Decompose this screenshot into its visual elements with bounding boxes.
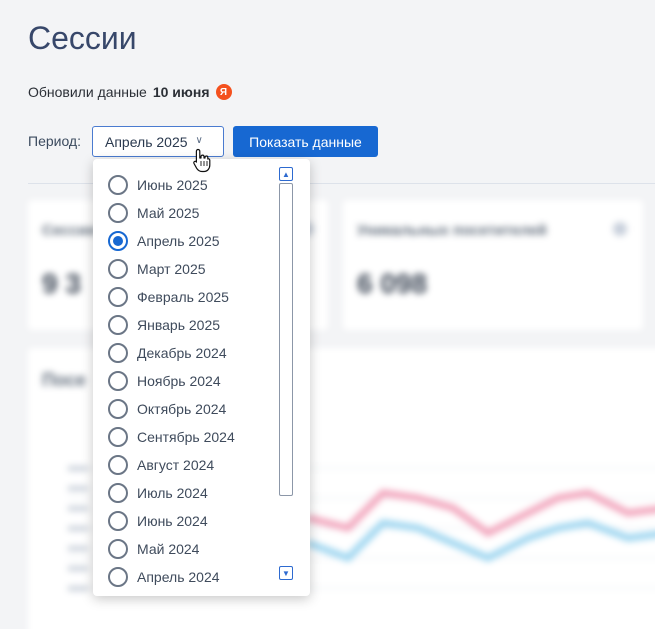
scroll-down-icon[interactable]: ▼: [279, 566, 293, 580]
period-option-label: Ноябрь 2024: [137, 373, 221, 389]
period-option[interactable]: Октябрь 2024: [108, 395, 226, 423]
unique-users-card-title: Уникальных посетителей: [357, 222, 547, 239]
period-option[interactable]: Февраль 2025: [108, 283, 229, 311]
period-dropdown: Июнь 2025 Май 2025 Апрель 2025 Март 2025 Фев…: [93, 159, 310, 596]
radio-unchecked-icon[interactable]: [108, 539, 128, 559]
radio-unchecked-icon[interactable]: [108, 343, 128, 363]
period-option[interactable]: Апрель 2024: [108, 563, 220, 591]
sessions-card-value: 9 3: [42, 268, 81, 299]
radio-checked-icon[interactable]: [108, 231, 128, 251]
updated-prefix: Обновили данные: [28, 84, 147, 100]
period-option[interactable]: Март 2025: [108, 255, 206, 283]
radio-unchecked-icon[interactable]: [108, 203, 128, 223]
radio-unchecked-icon[interactable]: [108, 315, 128, 335]
period-option-label: Апрель 2025: [137, 233, 220, 249]
unique-users-card-value: 6 098: [357, 268, 428, 299]
page-title: Сессии: [28, 20, 137, 56]
period-option-label: Сентябрь 2024: [137, 429, 235, 445]
period-option[interactable]: Июнь 2025: [108, 171, 208, 199]
sessions-card-title: Сессии: [42, 222, 97, 239]
period-option-label: Май 2025: [137, 205, 200, 221]
chevron-down-icon: ∨: [195, 135, 203, 146]
period-option-label: Март 2025: [137, 261, 206, 277]
period-option[interactable]: Май 2024: [108, 535, 199, 563]
period-option[interactable]: Апрель 2025: [108, 227, 220, 255]
radio-unchecked-icon[interactable]: [108, 371, 128, 391]
period-option-label: Декабрь 2024: [137, 345, 227, 361]
period-option-label: Май 2024: [137, 541, 200, 557]
radio-unchecked-icon[interactable]: [108, 511, 128, 531]
period-option-label: Январь 2025: [137, 317, 221, 333]
period-option[interactable]: Июль 2024: [108, 479, 208, 507]
period-label: Период:: [28, 133, 81, 149]
unique-users-card: Уникальных посетителей 6 098: [343, 200, 643, 330]
period-option[interactable]: Декабрь 2024: [108, 339, 227, 367]
period-option-label: Апрель 2024: [137, 569, 220, 585]
period-select-value: Апрель 2025: [105, 133, 188, 150]
hand-cursor-icon: [193, 148, 211, 173]
scrollbar-thumb[interactable]: [279, 183, 293, 496]
period-option[interactable]: Май 2025: [108, 199, 199, 227]
help-icon: [613, 222, 627, 236]
radio-unchecked-icon[interactable]: [108, 455, 128, 475]
radio-unchecked-icon[interactable]: [108, 567, 128, 587]
period-option-label: Август 2024: [137, 457, 215, 473]
period-option[interactable]: Ноябрь 2024: [108, 367, 221, 395]
period-option-label: Октябрь 2024: [137, 401, 227, 417]
updated-date: 10 июня: [152, 84, 210, 100]
period-option[interactable]: Январь 2025: [108, 311, 220, 339]
dropdown-scrollbar[interactable]: ▲ ▼: [279, 167, 293, 581]
period-option-label: Июнь 2025: [137, 177, 208, 193]
period-option[interactable]: Сентябрь 2024: [108, 423, 235, 451]
period-option-label: Июль 2024: [137, 485, 208, 501]
period-option-label: Июнь 2024: [137, 513, 208, 529]
show-data-button[interactable]: Показать данные: [233, 126, 378, 157]
radio-unchecked-icon[interactable]: [108, 175, 128, 195]
radio-unchecked-icon[interactable]: [108, 399, 128, 419]
period-option[interactable]: Июнь 2024: [108, 507, 208, 535]
radio-unchecked-icon[interactable]: [108, 427, 128, 447]
period-option[interactable]: Август 2024: [108, 451, 214, 479]
radio-unchecked-icon[interactable]: [108, 287, 128, 307]
data-updated-info: Обновили данные 10 июня Я: [28, 84, 232, 100]
yandex-icon: Я: [215, 84, 232, 100]
scroll-up-icon[interactable]: ▲: [279, 167, 293, 181]
period-option-label: Февраль 2025: [137, 289, 229, 305]
radio-unchecked-icon[interactable]: [108, 483, 128, 503]
radio-unchecked-icon[interactable]: [108, 259, 128, 279]
